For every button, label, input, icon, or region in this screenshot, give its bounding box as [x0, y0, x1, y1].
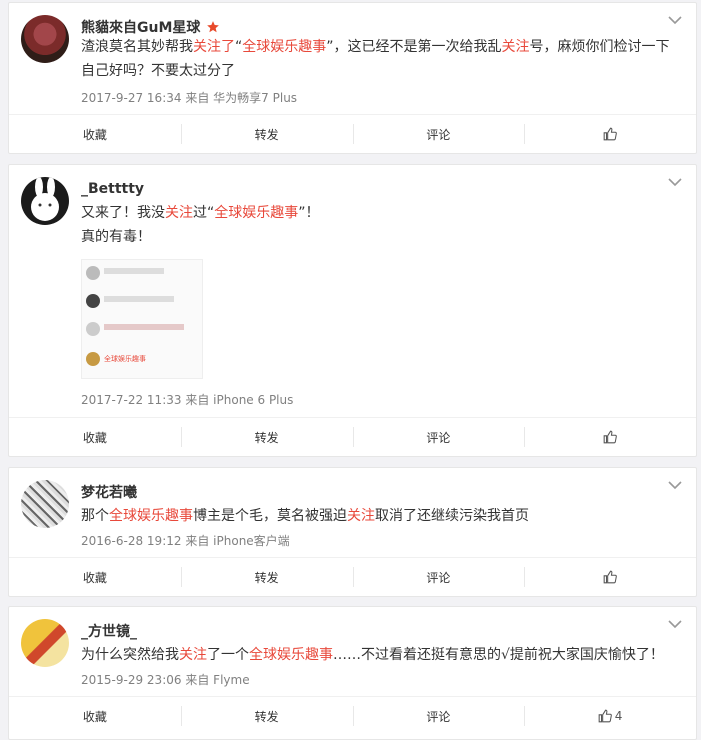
favorite-button[interactable]: 收藏 [9, 115, 181, 153]
comment-text: 那个全球娱乐趣事博主是个毛，莫名被强迫关注取消了还继续污染我首页 [81, 508, 529, 524]
bunny-avatar-icon [31, 177, 59, 221]
like-button[interactable]: 4 [524, 697, 696, 735]
user-name[interactable]: _Betttty [81, 181, 144, 197]
highlight-keyword[interactable]: 全球娱乐趣事 [214, 205, 298, 221]
highlight-keyword[interactable]: 关注 [502, 39, 530, 55]
timestamp: 2017-9-27 16:34 [81, 91, 182, 105]
forward-button[interactable]: 转发 [180, 558, 353, 596]
avatar[interactable] [21, 177, 69, 225]
attached-image[interactable]: 全球娱乐趣事 [81, 259, 203, 379]
like-button[interactable] [524, 418, 696, 456]
favorite-button[interactable]: 收藏 [9, 697, 181, 735]
comment-button[interactable]: 评论 [352, 115, 525, 153]
comment-button[interactable]: 评论 [352, 558, 525, 596]
highlight-keyword[interactable]: 关注 [165, 205, 193, 221]
source[interactable]: iPhone客户端 [213, 534, 290, 548]
thumbs-up-icon [603, 127, 617, 141]
chevron-down-icon[interactable] [668, 177, 682, 187]
highlight-keyword[interactable]: 关注 [179, 647, 207, 663]
source[interactable]: iPhone 6 Plus [213, 393, 293, 407]
highlight-keyword[interactable]: 全球娱乐趣事 [242, 39, 326, 55]
action-bar: 收藏 转发 评论 4 [9, 696, 696, 735]
avatar[interactable] [21, 15, 69, 63]
highlight-keyword[interactable]: 关注 [347, 508, 375, 524]
comment-card: _方世镜_ 为什么突然给我关注了一个全球娱乐趣事……不过看着还挺有意思的√提前祝… [8, 606, 697, 740]
timestamp: 2016-6-28 19:12 [81, 534, 182, 548]
thumbs-up-icon [603, 570, 617, 584]
chevron-down-icon[interactable] [668, 619, 682, 629]
forward-button[interactable]: 转发 [180, 418, 353, 456]
like-count: 4 [614, 709, 623, 723]
comment-card: 梦花若曦 那个全球娱乐趣事博主是个毛，莫名被强迫关注取消了还继续污染我首页 20… [8, 467, 697, 597]
comment-button[interactable]: 评论 [352, 697, 525, 735]
action-bar: 收藏 转发 评论 [9, 114, 696, 153]
comment-card: _Betttty 又来了！我没关注过“全球娱乐趣事”！ 真的有毒！ 全球娱乐趣事… [8, 164, 697, 457]
thumbs-up-icon [603, 430, 617, 444]
comment-meta: 2017-7-22 11:33 来自 iPhone 6 Plus [81, 393, 294, 407]
highlight-keyword[interactable]: 全球娱乐趣事 [109, 508, 193, 524]
source[interactable]: Flyme [213, 673, 249, 687]
like-button[interactable] [524, 115, 696, 153]
forward-button[interactable]: 转发 [180, 697, 353, 735]
favorite-button[interactable]: 收藏 [9, 418, 181, 456]
user-name[interactable]: _方世镜_ [81, 621, 137, 641]
user-name[interactable]: 熊貓來自GuM星球 [81, 17, 200, 37]
action-bar: 收藏 转发 评论 [9, 557, 696, 596]
source[interactable]: 华为畅享7 Plus [213, 91, 297, 105]
timestamp: 2015-9-29 23:06 [81, 673, 182, 687]
comment-text: 又来了！我没关注过“全球娱乐趣事”！ 真的有毒！ [81, 205, 320, 245]
chevron-down-icon[interactable] [668, 480, 682, 490]
comment-text: 为什么突然给我关注了一个全球娱乐趣事……不过看着还挺有意思的√提前祝大家国庆愉快… [81, 647, 664, 663]
user-name[interactable]: 梦花若曦 [81, 482, 137, 502]
comment-button[interactable]: 评论 [352, 418, 525, 456]
comment-meta: 2016-6-28 19:12 来自 iPhone客户端 [81, 534, 290, 548]
comment-card: 熊貓來自GuM星球 渣浪莫名其妙帮我关注了“全球娱乐趣事”，这已经不是第一次给我… [8, 2, 697, 154]
comment-text: 渣浪莫名其妙帮我关注了“全球娱乐趣事”，这已经不是第一次给我乱关注号，麻烦你们检… [81, 39, 670, 79]
favorite-button[interactable]: 收藏 [9, 558, 181, 596]
avatar[interactable] [21, 480, 69, 528]
highlight-keyword[interactable]: 全球娱乐趣事 [249, 647, 333, 663]
comment-meta: 2017-9-27 16:34 来自 华为畅享7 Plus [81, 91, 298, 105]
red-star-icon [207, 21, 220, 33]
image-caption: 全球娱乐趣事 [104, 355, 146, 363]
avatar[interactable] [21, 619, 69, 667]
forward-button[interactable]: 转发 [180, 115, 353, 153]
timestamp: 2017-7-22 11:33 [81, 393, 182, 407]
chevron-down-icon[interactable] [668, 15, 682, 25]
action-bar: 收藏 转发 评论 [9, 417, 696, 456]
highlight-keyword[interactable]: 关注了 [193, 39, 235, 55]
comment-meta: 2015-9-29 23:06 来自 Flyme [81, 673, 250, 687]
thumbs-up-icon [598, 709, 612, 723]
like-button[interactable] [524, 558, 696, 596]
